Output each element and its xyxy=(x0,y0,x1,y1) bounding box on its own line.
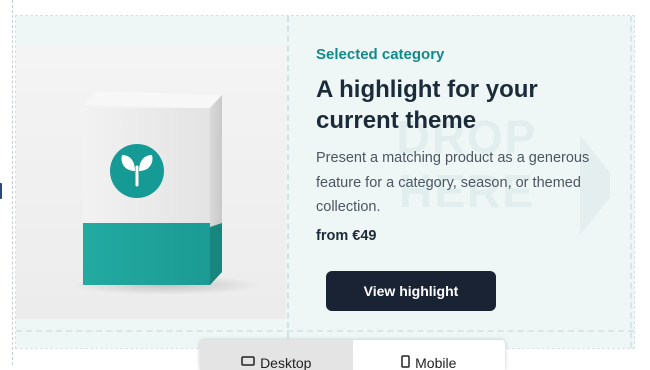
highlight-title: A highlight for your current theme xyxy=(316,76,538,134)
product-image[interactable] xyxy=(16,45,286,319)
desktop-icon xyxy=(241,355,255,370)
highlight-content: Selected category A highlight for your c… xyxy=(316,44,616,244)
canvas-guide-line xyxy=(12,0,13,365)
mobile-label: Mobile xyxy=(415,355,457,370)
desktop-label: Desktop xyxy=(260,355,312,370)
view-highlight-button[interactable]: View highlight xyxy=(326,271,496,311)
block-guide-bottom xyxy=(16,330,634,332)
highlight-description: Present a matching product as a generous… xyxy=(316,150,590,215)
category-eyebrow: Selected category xyxy=(316,46,445,63)
block-guide-right xyxy=(630,16,632,348)
resize-handle[interactable] xyxy=(0,183,2,199)
device-preview-toggle: Desktop Mobile xyxy=(200,340,505,370)
editor-canvas: DROP HERE Selected category A highlight … xyxy=(0,0,650,370)
mobile-view-button[interactable]: Mobile xyxy=(352,340,505,370)
desktop-view-button[interactable]: Desktop xyxy=(200,340,353,370)
column-divider xyxy=(287,16,289,348)
product-box-illustration xyxy=(71,91,261,295)
price-label: from €49 xyxy=(316,227,377,244)
mobile-icon xyxy=(401,355,410,370)
